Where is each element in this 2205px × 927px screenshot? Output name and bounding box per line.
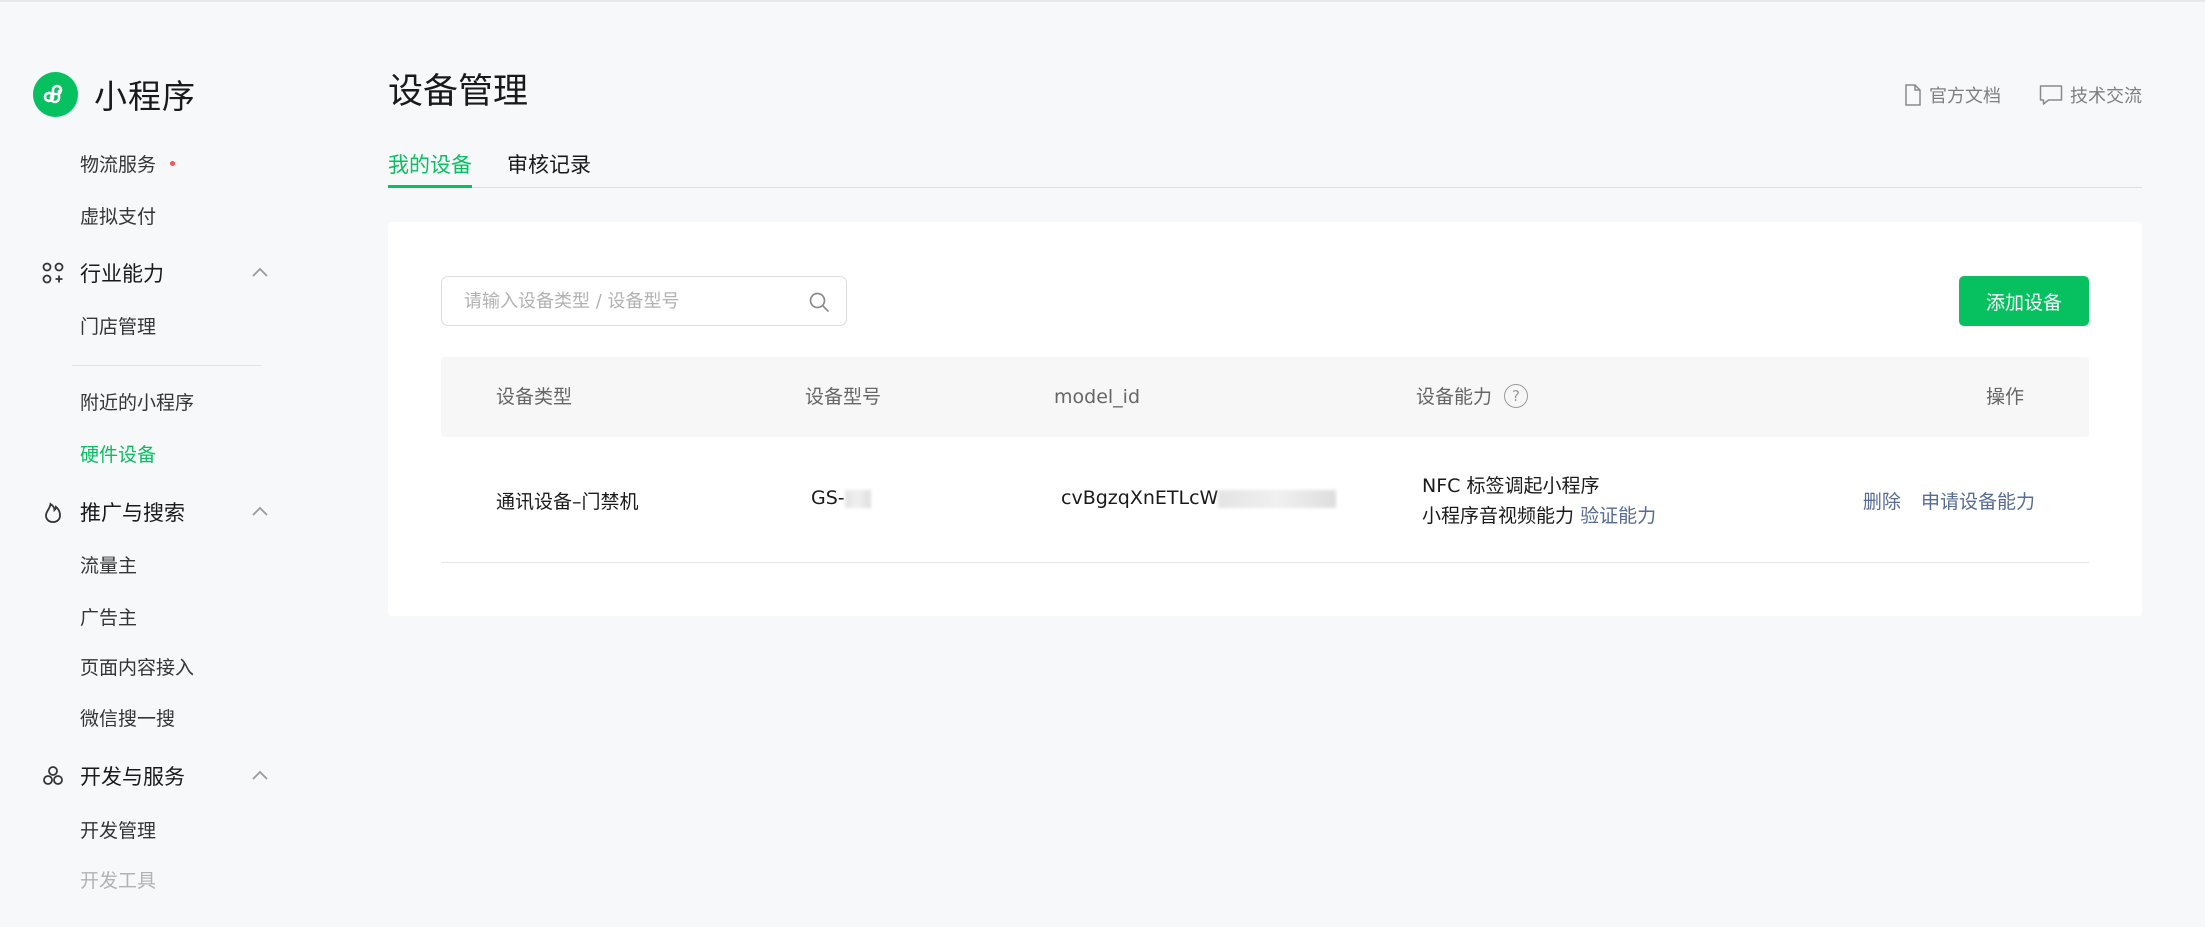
device-table: 设备类型 设备型号 model_id 设备能力? 操作 通讯设备–门禁机 GS-… bbox=[441, 357, 2089, 563]
cell-actions: 删除 申请设备能力 bbox=[1863, 487, 2035, 514]
verify-capability-link[interactable]: 验证能力 bbox=[1580, 505, 1656, 527]
chevron-up-icon[interactable] bbox=[250, 502, 270, 522]
chevron-up-icon[interactable] bbox=[250, 263, 270, 283]
add-device-button[interactable]: 添加设备 bbox=[1959, 276, 2089, 326]
sidebar-divider bbox=[72, 365, 262, 366]
search-input[interactable] bbox=[464, 290, 804, 312]
sidebar-item-hardware[interactable]: 硬件设备 bbox=[80, 442, 156, 468]
help-icon[interactable]: ? bbox=[1504, 383, 1529, 408]
brand-name: 小程序 bbox=[94, 77, 196, 116]
search-icon[interactable] bbox=[808, 291, 830, 313]
cell-model-id-text: cvBgzqXnETLcW bbox=[1061, 487, 1219, 509]
column-header-model-id: model_id bbox=[1054, 386, 1141, 408]
capability-label: 小程序音视频能力 bbox=[1422, 505, 1575, 527]
sidebar-item-dev-tools[interactable]: 开发工具 bbox=[80, 868, 156, 894]
cell-capability-av: 小程序音视频能力 验证能力 bbox=[1422, 501, 1656, 528]
sidebar-item-advertiser[interactable]: 广告主 bbox=[80, 605, 137, 631]
community-link-label: 技术交流 bbox=[2070, 86, 2142, 107]
sidebar-group-promotion[interactable]: 推广与搜索 bbox=[40, 497, 270, 527]
sidebar-item-nearby[interactable]: 附近的小程序 bbox=[80, 390, 194, 416]
industry-icon bbox=[40, 260, 66, 286]
tab-my-devices[interactable]: 我的设备 bbox=[388, 148, 472, 188]
sidebar-group-label: 开发与服务 bbox=[80, 765, 185, 789]
docs-link[interactable]: 官方文档 bbox=[1904, 82, 2001, 108]
sidebar-group-industry[interactable]: 行业能力 bbox=[40, 258, 270, 288]
header-links: 官方文档 技术交流 bbox=[1866, 82, 2142, 108]
column-header-model: 设备型号 bbox=[805, 386, 882, 408]
page-title: 设备管理 bbox=[388, 72, 529, 112]
redacted-mask bbox=[1218, 489, 1337, 508]
apply-capability-link[interactable]: 申请设备能力 bbox=[1921, 491, 2035, 513]
search-box bbox=[441, 276, 847, 326]
docs-link-label: 官方文档 bbox=[1929, 86, 2001, 107]
new-dot-badge bbox=[170, 161, 176, 166]
sidebar-item-logistics[interactable]: 物流服务 bbox=[80, 152, 176, 178]
cell-device-type: 通讯设备–门禁机 bbox=[496, 491, 639, 513]
sidebar: 小程序 物流服务 虚拟支付 行业能力 门店管理 附近的小程序 硬件设备 推广与搜… bbox=[0, 0, 300, 927]
sidebar-item-dev-manage[interactable]: 开发管理 bbox=[80, 818, 156, 844]
brand[interactable]: 小程序 bbox=[33, 70, 196, 118]
table-header: 设备类型 设备型号 model_id 设备能力? 操作 bbox=[441, 357, 2089, 437]
top-divider bbox=[0, 0, 2205, 2]
chat-bubble-icon bbox=[2039, 85, 2063, 105]
document-icon bbox=[1905, 84, 1921, 106]
cell-model-id: cvBgzqXnETLcW bbox=[1061, 487, 1337, 509]
sidebar-item-wechat-search[interactable]: 微信搜一搜 bbox=[80, 706, 175, 732]
redacted-mask bbox=[844, 489, 871, 508]
column-header-label: 设备能力 bbox=[1416, 386, 1493, 408]
sidebar-group-label: 推广与搜索 bbox=[80, 501, 185, 525]
cell-capability-nfc: NFC 标签调起小程序 bbox=[1422, 475, 1600, 497]
column-header-capabilities: 设备能力? bbox=[1416, 357, 1529, 437]
column-header-type: 设备类型 bbox=[496, 386, 573, 408]
sidebar-item-publisher[interactable]: 流量主 bbox=[80, 553, 137, 579]
table-row: 通讯设备–门禁机 GS- cvBgzqXnETLcW NFC 标签调起小程序 小… bbox=[441, 437, 2089, 563]
sidebar-group-label: 行业能力 bbox=[80, 262, 164, 286]
develop-icon bbox=[40, 763, 66, 789]
sidebar-item-label: 物流服务 bbox=[80, 154, 157, 176]
sidebar-item-virtual-payment[interactable]: 虚拟支付 bbox=[80, 204, 156, 230]
cell-device-model: GS- bbox=[811, 487, 871, 509]
flame-icon bbox=[40, 499, 66, 525]
sidebar-item-page-content[interactable]: 页面内容接入 bbox=[80, 655, 194, 681]
mini-program-logo-icon bbox=[33, 71, 78, 117]
column-header-actions: 操作 bbox=[1985, 386, 2024, 408]
sidebar-group-develop[interactable]: 开发与服务 bbox=[40, 761, 270, 791]
cell-device-model-text: GS- bbox=[811, 487, 845, 509]
chevron-up-icon[interactable] bbox=[250, 766, 270, 786]
tab-bar: 我的设备 审核记录 bbox=[388, 148, 2142, 188]
sidebar-item-store[interactable]: 门店管理 bbox=[80, 314, 156, 340]
device-card: 添加设备 设备类型 设备型号 model_id 设备能力? 操作 通讯设备–门禁… bbox=[388, 222, 2142, 616]
community-link[interactable]: 技术交流 bbox=[2039, 82, 2142, 108]
delete-link[interactable]: 删除 bbox=[1863, 491, 1901, 513]
tab-review-records[interactable]: 审核记录 bbox=[507, 148, 591, 182]
